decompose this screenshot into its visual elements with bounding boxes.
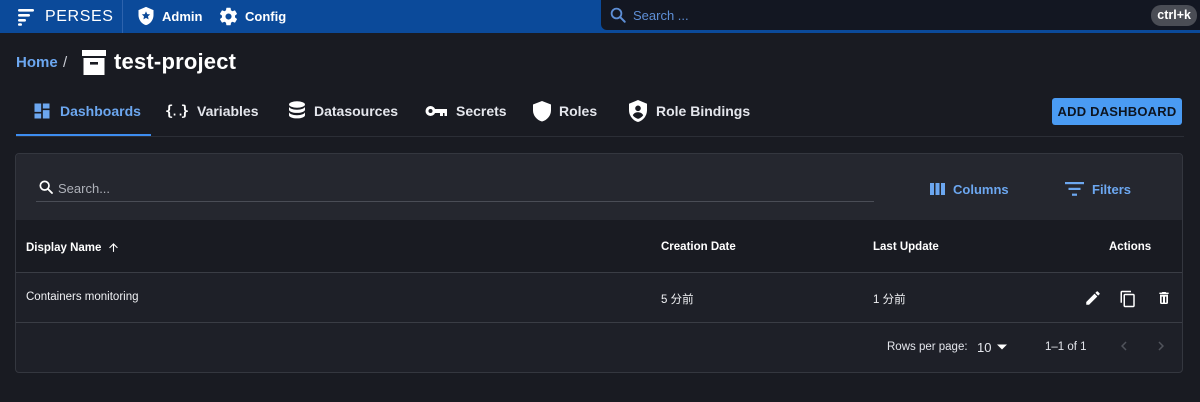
- column-header-last-update[interactable]: Last Update: [873, 241, 939, 253]
- tab-roles-label: Roles: [559, 103, 598, 119]
- tab-dashboards-label: Dashboards: [60, 103, 141, 119]
- shield-star-icon: [138, 6, 154, 26]
- perses-logo-icon: [18, 8, 34, 26]
- filter-list-icon: [1065, 182, 1084, 196]
- tabs-divider: [16, 136, 1184, 137]
- search-shortcut-badge: ctrl+k: [1151, 5, 1197, 26]
- breadcrumb-home-link[interactable]: Home: [16, 54, 58, 71]
- table-toolbar: Columns Filters: [16, 154, 1182, 220]
- chevron-left-icon: [1121, 341, 1127, 351]
- tab-dashboards[interactable]: Dashboards: [32, 100, 141, 122]
- table-row[interactable]: Containers monitoring 5 分前 1 分前: [16, 273, 1182, 323]
- pagination-range: 1–1 of 1: [1045, 341, 1087, 353]
- page-title: test-project: [114, 49, 237, 74]
- duplicate-button[interactable]: [1119, 289, 1137, 308]
- edit-icon: [1086, 291, 1100, 305]
- tab-variables-label: Variables: [197, 103, 259, 119]
- column-header-actions: Actions: [1109, 241, 1151, 253]
- divider: [122, 0, 123, 33]
- rows-per-page-label: Rows per page:: [887, 341, 968, 353]
- shield-icon: [533, 100, 551, 121]
- table-pagination: Rows per page: 10 1–1 of 1: [16, 324, 1182, 372]
- tab-variables[interactable]: { .. } Variables: [165, 100, 259, 122]
- add-dashboard-button[interactable]: ADD DASHBOARD: [1052, 98, 1182, 125]
- tab-datasources-label: Datasources: [314, 103, 399, 119]
- braces-icon: { .. }: [165, 104, 189, 120]
- tab-datasources[interactable]: Datasources: [288, 100, 398, 122]
- search-icon: [39, 180, 53, 194]
- global-search-placeholder: Search ...: [633, 8, 689, 23]
- top-app-bar: PERSES Admin Config Search ... ctrl+k: [0, 0, 1200, 33]
- filters-label: Filters: [1092, 181, 1132, 197]
- filters-button[interactable]: Filters: [1065, 180, 1131, 198]
- previous-page-button[interactable]: [1115, 337, 1133, 355]
- tab-roles[interactable]: Roles: [533, 100, 597, 122]
- delete-icon: [1159, 292, 1169, 304]
- next-page-button[interactable]: [1152, 337, 1170, 355]
- column-header-display-name[interactable]: Display Name: [26, 241, 120, 254]
- display-name-header-label: Display Name: [26, 241, 102, 254]
- archive-box-icon: [82, 50, 106, 75]
- global-search[interactable]: Search ... ctrl+k: [601, 0, 1200, 30]
- search-icon: [610, 7, 626, 23]
- creation-date-header-label: Creation Date: [661, 241, 736, 253]
- chevron-right-icon: [1158, 341, 1164, 351]
- tab-secrets[interactable]: Secrets: [425, 100, 507, 122]
- edit-button[interactable]: [1084, 289, 1102, 307]
- rows-per-page-value: 10: [977, 339, 992, 355]
- view-column-icon: [930, 183, 945, 195]
- perses-logo[interactable]: PERSES: [18, 6, 114, 27]
- rows-per-page-select[interactable]: 10: [977, 338, 1008, 356]
- dashboard-icon: [34, 103, 50, 119]
- dashboards-table-card: Columns Filters Display Name Creation Da…: [15, 153, 1183, 373]
- tab-secrets-label: Secrets: [456, 103, 507, 119]
- caret-down-icon: [997, 344, 1008, 350]
- table-header: Display Name Creation Date Last Update A…: [16, 220, 1182, 273]
- table-search: [36, 176, 874, 202]
- columns-label: Columns: [953, 181, 1009, 197]
- admin-label: Admin: [162, 8, 203, 24]
- actions-header-label: Actions: [1109, 241, 1152, 253]
- breadcrumb-separator: /: [63, 54, 68, 71]
- shield-account-icon: [629, 100, 647, 122]
- columns-button[interactable]: Columns: [930, 180, 1009, 198]
- config-label: Config: [245, 8, 287, 24]
- row-creation-date: 5 分前: [661, 294, 694, 306]
- tab-role-bindings-label: Role Bindings: [656, 103, 751, 119]
- svg-text:}: }: [181, 104, 189, 120]
- row-display-name[interactable]: Containers monitoring: [26, 291, 139, 303]
- table-search-input[interactable]: [58, 178, 858, 198]
- last-update-header-label: Last Update: [873, 241, 939, 253]
- duplicate-icon: [1120, 290, 1135, 308]
- database-icon: [289, 101, 305, 119]
- row-last-update: 1 分前: [873, 294, 906, 306]
- logo-text: PERSES: [45, 7, 114, 25]
- config-button[interactable]: Config: [218, 5, 286, 27]
- gear-icon: [219, 7, 238, 25]
- arrow-up-icon: [109, 243, 119, 252]
- key-icon: [425, 106, 447, 116]
- tab-role-bindings[interactable]: Role Bindings: [628, 100, 750, 122]
- admin-button[interactable]: Admin: [136, 5, 202, 27]
- column-header-creation-date[interactable]: Creation Date: [661, 241, 736, 253]
- delete-button[interactable]: [1156, 289, 1174, 307]
